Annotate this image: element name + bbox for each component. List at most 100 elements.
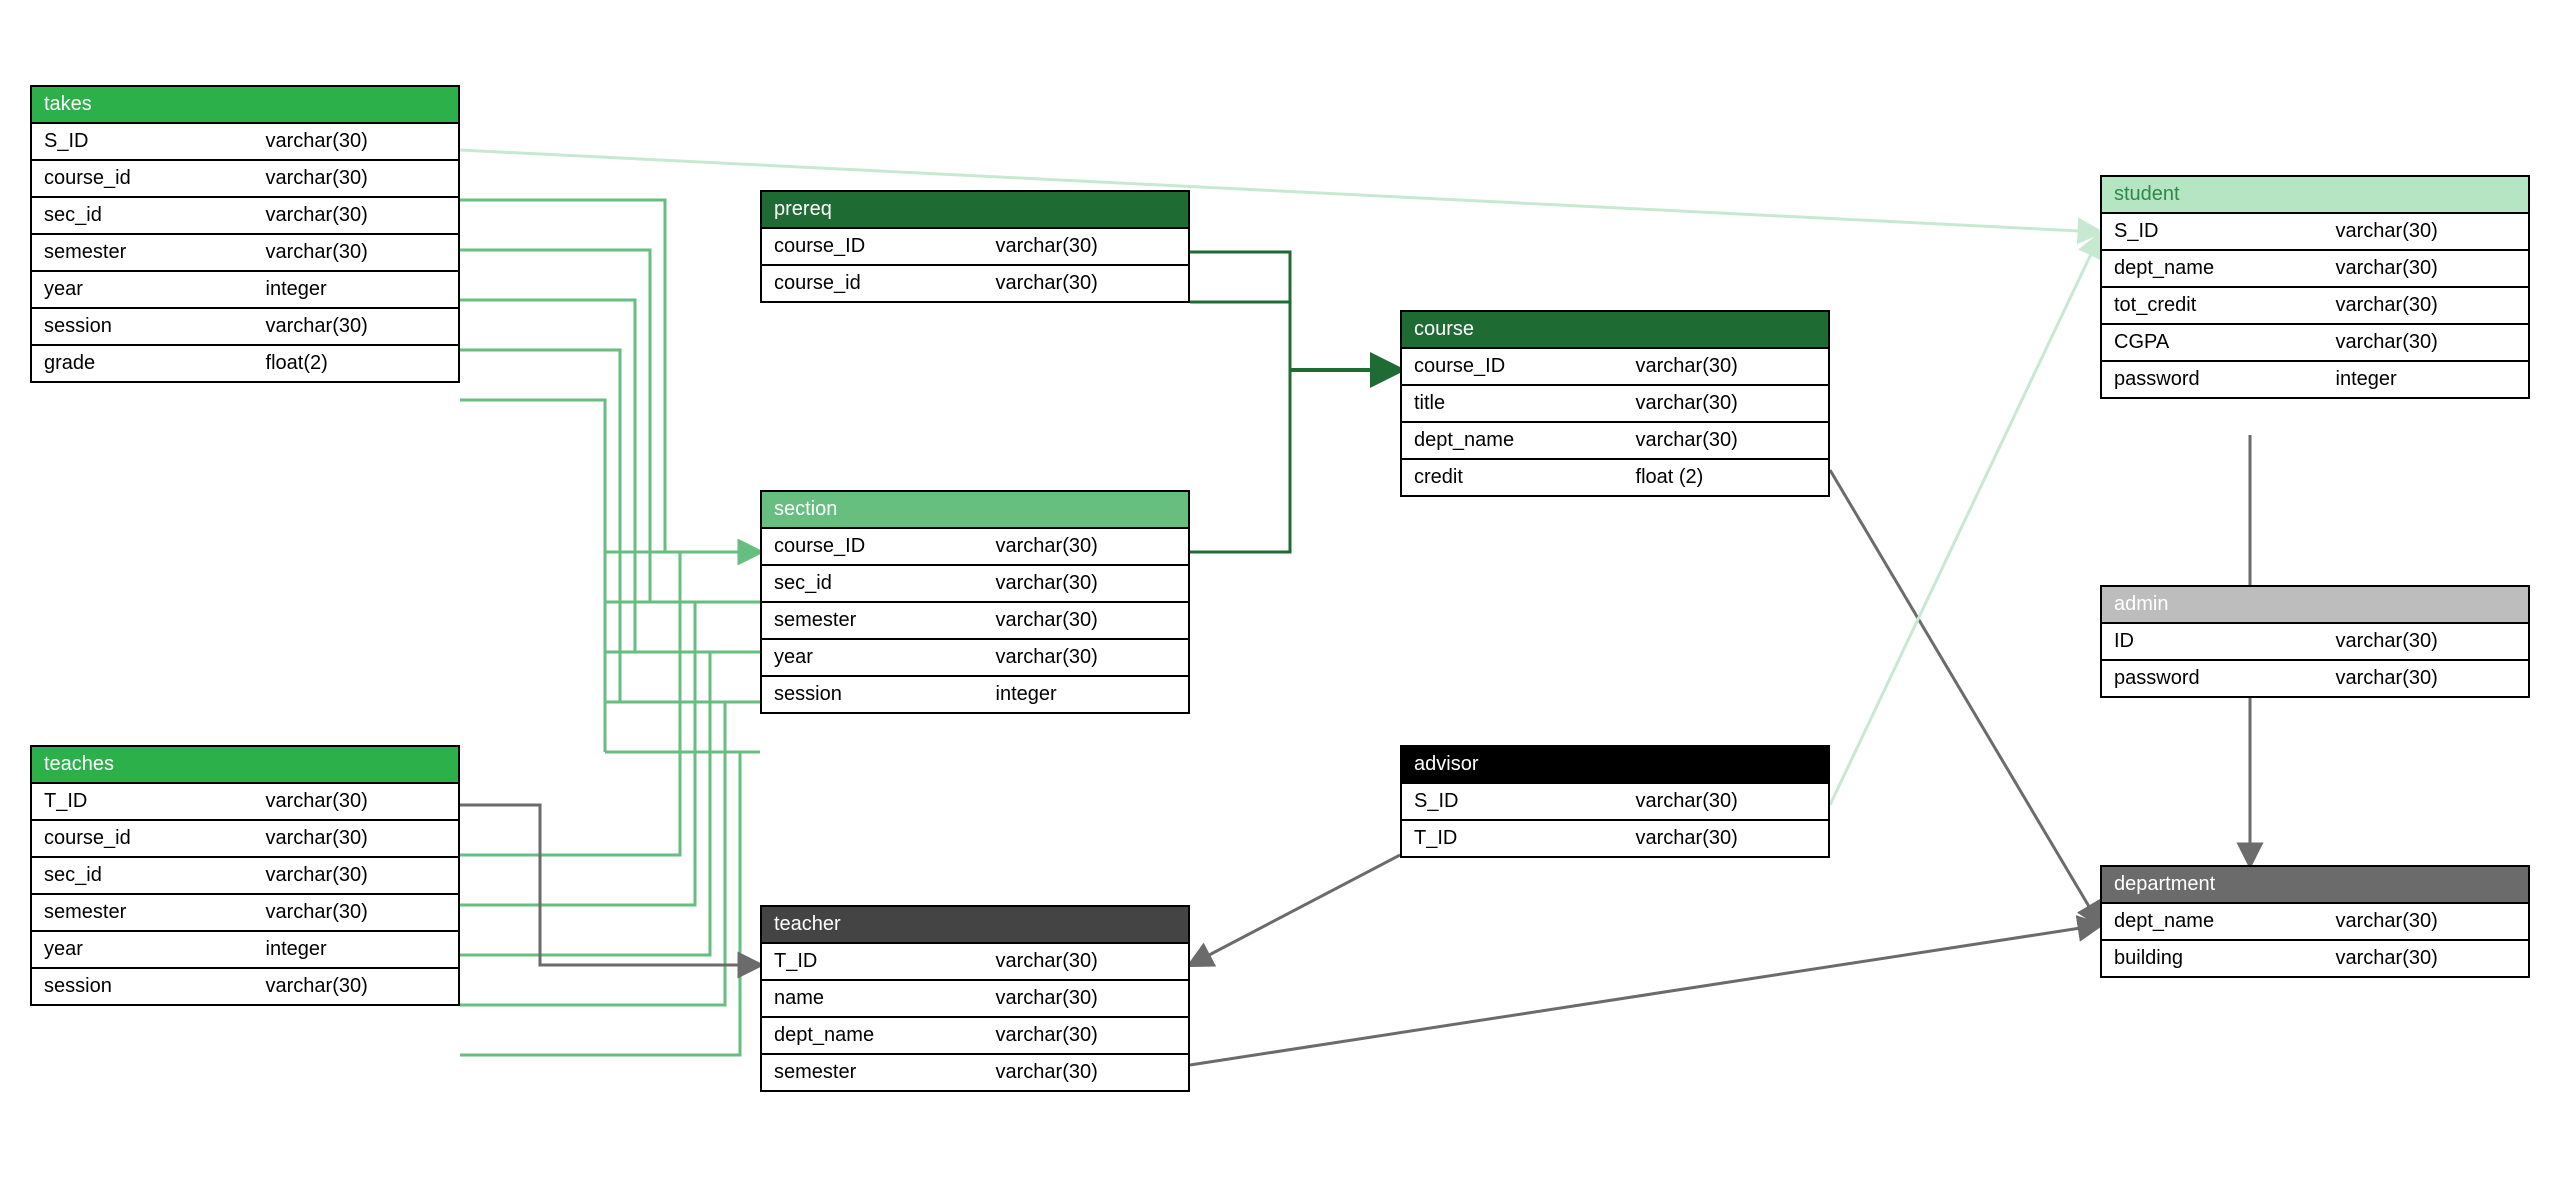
column-name: name bbox=[762, 981, 984, 1016]
column-name: T_ID bbox=[1402, 821, 1624, 856]
table-row: passwordvarchar(30) bbox=[2102, 659, 2528, 696]
table-row: T_IDvarchar(30) bbox=[762, 942, 1188, 979]
table-row: titlevarchar(30) bbox=[1402, 384, 1828, 421]
column-type: integer bbox=[2324, 362, 2528, 397]
table-header: takes bbox=[32, 87, 458, 122]
column-name: course_ID bbox=[1402, 349, 1624, 384]
column-type: varchar(30) bbox=[2324, 251, 2528, 286]
table-student: studentS_IDvarchar(30)dept_namevarchar(3… bbox=[2100, 175, 2530, 399]
table-admin: adminIDvarchar(30)passwordvarchar(30) bbox=[2100, 585, 2530, 698]
column-type: varchar(30) bbox=[2324, 325, 2528, 360]
column-type: varchar(30) bbox=[254, 895, 458, 930]
column-name: T_ID bbox=[762, 944, 984, 979]
column-type: integer bbox=[254, 272, 458, 307]
column-type: varchar(30) bbox=[254, 235, 458, 270]
table-department: departmentdept_namevarchar(30)buildingva… bbox=[2100, 865, 2530, 978]
table-title: takes bbox=[44, 93, 92, 115]
column-type: float (2) bbox=[1624, 460, 1828, 495]
column-type: varchar(30) bbox=[254, 858, 458, 893]
table-row: dept_namevarchar(30) bbox=[1402, 421, 1828, 458]
column-name: S_ID bbox=[1402, 784, 1624, 819]
column-name: grade bbox=[32, 346, 254, 381]
table-row: semestervarchar(30) bbox=[32, 893, 458, 930]
column-type: float(2) bbox=[254, 346, 458, 381]
table-row: S_IDvarchar(30) bbox=[32, 122, 458, 159]
table-row: semestervarchar(30) bbox=[762, 601, 1188, 638]
table-row: sec_idvarchar(30) bbox=[32, 196, 458, 233]
table-header: section bbox=[762, 492, 1188, 527]
table-row: passwordinteger bbox=[2102, 360, 2528, 397]
column-type: varchar(30) bbox=[2324, 624, 2528, 659]
table-row: course_IDvarchar(30) bbox=[1402, 347, 1828, 384]
column-type: varchar(30) bbox=[984, 529, 1188, 564]
table-row: course_idvarchar(30) bbox=[32, 819, 458, 856]
table-teaches: teachesT_IDvarchar(30)course_idvarchar(3… bbox=[30, 745, 460, 1006]
column-name: sec_id bbox=[32, 198, 254, 233]
column-type: varchar(30) bbox=[1624, 423, 1828, 458]
table-header: teaches bbox=[32, 747, 458, 782]
column-name: course_ID bbox=[762, 529, 984, 564]
table-row: yearvarchar(30) bbox=[762, 638, 1188, 675]
table-row: buildingvarchar(30) bbox=[2102, 939, 2528, 976]
column-name: title bbox=[1402, 386, 1624, 421]
column-type: varchar(30) bbox=[984, 944, 1188, 979]
column-type: varchar(30) bbox=[254, 161, 458, 196]
table-title: advisor bbox=[1414, 753, 1478, 775]
table-title: department bbox=[2114, 873, 2215, 895]
column-name: course_ID bbox=[762, 229, 984, 264]
column-name: credit bbox=[1402, 460, 1624, 495]
column-type: integer bbox=[984, 677, 1188, 712]
table-header: course bbox=[1402, 312, 1828, 347]
table-row: S_IDvarchar(30) bbox=[1402, 782, 1828, 819]
column-name: semester bbox=[32, 895, 254, 930]
column-name: year bbox=[32, 932, 254, 967]
table-row: dept_namevarchar(30) bbox=[762, 1016, 1188, 1053]
table-row: creditfloat (2) bbox=[1402, 458, 1828, 495]
column-name: S_ID bbox=[32, 124, 254, 159]
column-type: varchar(30) bbox=[984, 266, 1188, 301]
column-name: course_id bbox=[32, 821, 254, 856]
column-type: varchar(30) bbox=[984, 1018, 1188, 1053]
column-name: dept_name bbox=[2102, 251, 2324, 286]
table-header: prereq bbox=[762, 192, 1188, 227]
column-name: semester bbox=[762, 1055, 984, 1090]
column-name: sec_id bbox=[762, 566, 984, 601]
column-type: varchar(30) bbox=[2324, 214, 2528, 249]
table-title: student bbox=[2114, 183, 2180, 205]
column-type: varchar(30) bbox=[254, 124, 458, 159]
table-header: student bbox=[2102, 177, 2528, 212]
table-row: sessioninteger bbox=[762, 675, 1188, 712]
table-row: course_idvarchar(30) bbox=[762, 264, 1188, 301]
table-course: coursecourse_IDvarchar(30)titlevarchar(3… bbox=[1400, 310, 1830, 497]
column-type: varchar(30) bbox=[984, 566, 1188, 601]
column-name: course_id bbox=[762, 266, 984, 301]
table-row: IDvarchar(30) bbox=[2102, 622, 2528, 659]
column-type: varchar(30) bbox=[984, 1055, 1188, 1090]
column-type: varchar(30) bbox=[984, 603, 1188, 638]
table-header: admin bbox=[2102, 587, 2528, 622]
table-row: dept_namevarchar(30) bbox=[2102, 249, 2528, 286]
column-name: T_ID bbox=[32, 784, 254, 819]
column-name: dept_name bbox=[762, 1018, 984, 1053]
table-row: sessionvarchar(30) bbox=[32, 967, 458, 1004]
column-name: course_id bbox=[32, 161, 254, 196]
table-teacher: teacherT_IDvarchar(30)namevarchar(30)dep… bbox=[760, 905, 1190, 1092]
column-name: dept_name bbox=[2102, 904, 2324, 939]
table-row: course_IDvarchar(30) bbox=[762, 227, 1188, 264]
column-name: S_ID bbox=[2102, 214, 2324, 249]
column-type: varchar(30) bbox=[1624, 386, 1828, 421]
column-name: password bbox=[2102, 661, 2324, 696]
table-row: tot_creditvarchar(30) bbox=[2102, 286, 2528, 323]
column-name: sec_id bbox=[32, 858, 254, 893]
column-type: varchar(30) bbox=[1624, 821, 1828, 856]
column-type: varchar(30) bbox=[1624, 349, 1828, 384]
column-name: password bbox=[2102, 362, 2324, 397]
column-name: session bbox=[32, 969, 254, 1004]
column-type: varchar(30) bbox=[2324, 288, 2528, 323]
table-takes: takesS_IDvarchar(30)course_idvarchar(30)… bbox=[30, 85, 460, 383]
table-row: semestervarchar(30) bbox=[762, 1053, 1188, 1090]
table-prereq: prereqcourse_IDvarchar(30)course_idvarch… bbox=[760, 190, 1190, 303]
column-name: tot_credit bbox=[2102, 288, 2324, 323]
column-type: varchar(30) bbox=[254, 784, 458, 819]
table-row: sec_idvarchar(30) bbox=[762, 564, 1188, 601]
